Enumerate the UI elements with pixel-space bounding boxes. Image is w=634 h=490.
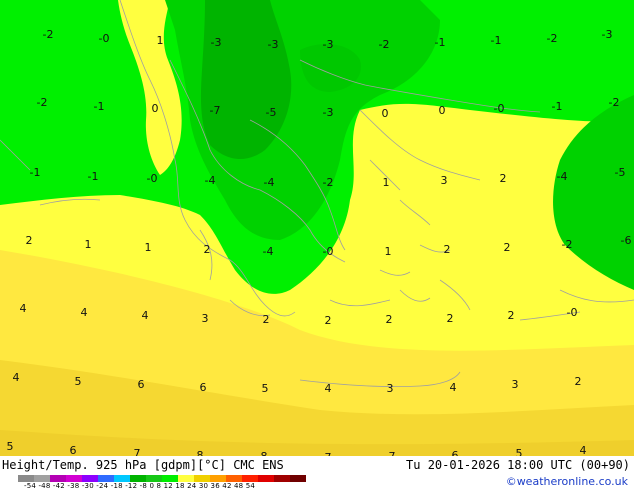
temperature-value: -3 (268, 38, 279, 51)
temperature-value: -0 (99, 32, 110, 45)
temperature-value: -0 (494, 102, 505, 115)
temperature-value: -6 (621, 234, 632, 247)
temperature-value: -0 (323, 245, 334, 258)
temperature-value: -2 (379, 38, 390, 51)
temperature-value: -4 (205, 174, 216, 187)
temperature-value: -3 (323, 38, 334, 51)
temperature-value: -1 (88, 170, 99, 183)
temperature-value: 3 (387, 382, 394, 395)
temperature-value: 2 (444, 243, 451, 256)
temperature-value: -2 (323, 176, 334, 189)
legend-swatch (146, 475, 162, 482)
temperature-value: -7 (210, 104, 221, 117)
temperature-value: -4 (264, 176, 275, 189)
temperature-value: 4 (81, 306, 88, 319)
legend-swatch (130, 475, 146, 482)
title-bar: Height/Temp. 925 hPa [gdpm][°C] CMC ENS … (0, 456, 634, 474)
temperature-value: 4 (13, 371, 20, 384)
map-timestamp: Tu 20-01-2026 18:00 UTC (00+90) (406, 458, 630, 472)
legend-swatch (98, 475, 114, 482)
temperature-value: -2 (547, 32, 558, 45)
legend-swatch (18, 475, 34, 482)
temperature-value: 1 (383, 176, 390, 189)
temperature-value: 2 (500, 172, 507, 185)
temperature-value: 4 (20, 302, 27, 315)
temperature-value: -5 (266, 106, 277, 119)
legend-swatch (50, 475, 66, 482)
temperature-value: -3 (323, 106, 334, 119)
temperature-value: 6 (200, 381, 207, 394)
temperature-value: -5 (615, 166, 626, 179)
temperature-value: 1 (385, 245, 392, 258)
legend-tick-labels: -54 -48 -42 -38 -30 -24 -18 -12 -8 0 8 1… (24, 482, 256, 490)
temperature-value: 3 (441, 174, 448, 187)
legend-swatch (114, 475, 130, 482)
temperature-value: 2 (263, 313, 270, 326)
temperature-value: -0 (147, 172, 158, 185)
temperature-value: 2 (447, 312, 454, 325)
temperature-value: 1 (85, 238, 92, 251)
legend-swatch (162, 475, 178, 482)
temperature-value: 5 (262, 382, 269, 395)
temperature-value: -3 (211, 36, 222, 49)
legend-bar: -54 -48 -42 -38 -30 -24 -18 -12 -8 0 8 1… (0, 474, 634, 490)
temperature-value: 6 (138, 378, 145, 391)
legend-swatch (242, 475, 258, 482)
map-canvas: -2 -0 1 -3 -3 -3 -2 -1 -1 -2 -3 -2 -1 0 -7 -5 -3 0 0 -0 -1 -2… (0, 0, 634, 490)
temperature-value: 2 (504, 241, 511, 254)
weather-map: -2 -0 1 -3 -3 -3 -2 -1 -1 -2 -3 -2 -1 0 -7 -5 -3 0 0 -0 -1 -2… (0, 0, 634, 490)
legend-swatch (210, 475, 226, 482)
temperature-value: 5 (7, 440, 14, 453)
legend-swatch (178, 475, 194, 482)
legend-swatch (82, 475, 98, 482)
temperature-value: -2 (562, 238, 573, 251)
legend-swatch (290, 475, 306, 482)
legend-swatch (194, 475, 210, 482)
temperature-value: -1 (552, 100, 563, 113)
temperature-value: 5 (75, 375, 82, 388)
temperature-value: -3 (602, 28, 613, 41)
legend-swatch (34, 475, 50, 482)
temperature-value: -0 (567, 306, 578, 319)
temperature-value: 3 (202, 312, 209, 325)
temperature-value: -1 (94, 100, 105, 113)
temperature-value: -1 (30, 166, 41, 179)
temperature-value: -1 (435, 36, 446, 49)
temperature-value: 2 (26, 234, 33, 247)
temperature-value: 1 (157, 34, 164, 47)
temperature-value: 1 (145, 241, 152, 254)
temperature-value: 4 (142, 309, 149, 322)
temperature-value: 4 (450, 381, 457, 394)
temperature-value: 3 (512, 378, 519, 391)
temperature-value: 2 (204, 243, 211, 256)
credit-link[interactable]: ©weatheronline.co.uk (506, 475, 628, 488)
temperature-value: -1 (491, 34, 502, 47)
temperature-value: -4 (557, 170, 568, 183)
temperature-value: 2 (386, 313, 393, 326)
temperature-value: 4 (325, 382, 332, 395)
temperature-value: 2 (575, 375, 582, 388)
temperature-value: 0 (382, 107, 389, 120)
legend-swatch (226, 475, 242, 482)
map-title: Height/Temp. 925 hPa [gdpm][°C] CMC ENS (2, 458, 284, 472)
temperature-value: 0 (439, 104, 446, 117)
temperature-value: 2 (508, 309, 515, 322)
temperature-value: -2 (609, 96, 620, 109)
temperature-value: -2 (37, 96, 48, 109)
legend-swatch (66, 475, 82, 482)
legend-swatch (274, 475, 290, 482)
temperature-value: -4 (263, 245, 274, 258)
temperature-value: 2 (325, 314, 332, 327)
temperature-value: -2 (43, 28, 54, 41)
legend-swatch (258, 475, 274, 482)
temperature-value: 0 (152, 102, 159, 115)
